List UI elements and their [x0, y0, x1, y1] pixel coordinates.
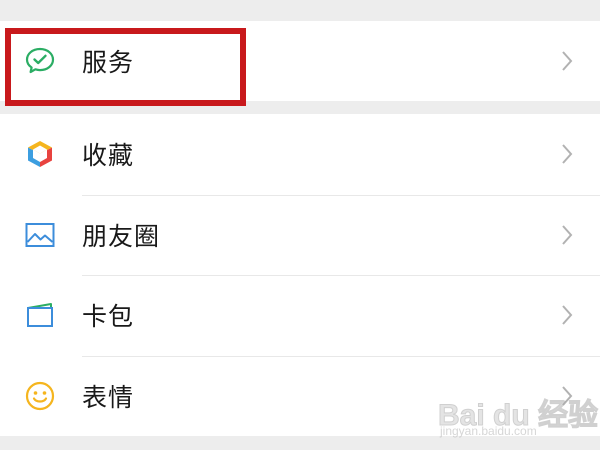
wechat-pay-icon	[24, 45, 56, 77]
menu-item-moments[interactable]: 朋友圈	[0, 194, 600, 276]
moments-picture-icon	[24, 219, 56, 251]
services-group: 服务	[0, 21, 600, 101]
menu-item-card-wallet[interactable]: 卡包	[0, 275, 600, 356]
menu-item-favorites[interactable]: 收藏	[0, 114, 600, 195]
chevron-right-icon	[560, 143, 574, 165]
sticker-smile-icon	[24, 380, 56, 412]
wechat-me-page: 服务 收藏 朋友圈 卡包 表情 Bai du 经验 jingyan.baidu.…	[0, 0, 600, 450]
card-wallet-icon	[24, 299, 56, 331]
baidu-watermark: Bai du 经验 jingyan.baidu.com	[437, 390, 598, 440]
watermark-url: jingyan.baidu.com	[440, 424, 537, 438]
menu-item-label: 卡包	[82, 302, 135, 332]
menu-item-label: 收藏	[82, 141, 135, 171]
menu-item-label: 服务	[82, 48, 135, 77]
tools-group: 收藏 朋友圈 卡包 表情	[0, 114, 600, 436]
favorites-cube-icon	[24, 138, 56, 170]
menu-item-label: 表情	[82, 382, 135, 412]
menu-item-services[interactable]: 服务	[0, 21, 600, 101]
chevron-right-icon	[560, 304, 574, 326]
menu-item-label: 朋友圈	[82, 221, 161, 251]
chevron-right-icon	[560, 224, 574, 246]
chevron-right-icon	[560, 50, 574, 72]
